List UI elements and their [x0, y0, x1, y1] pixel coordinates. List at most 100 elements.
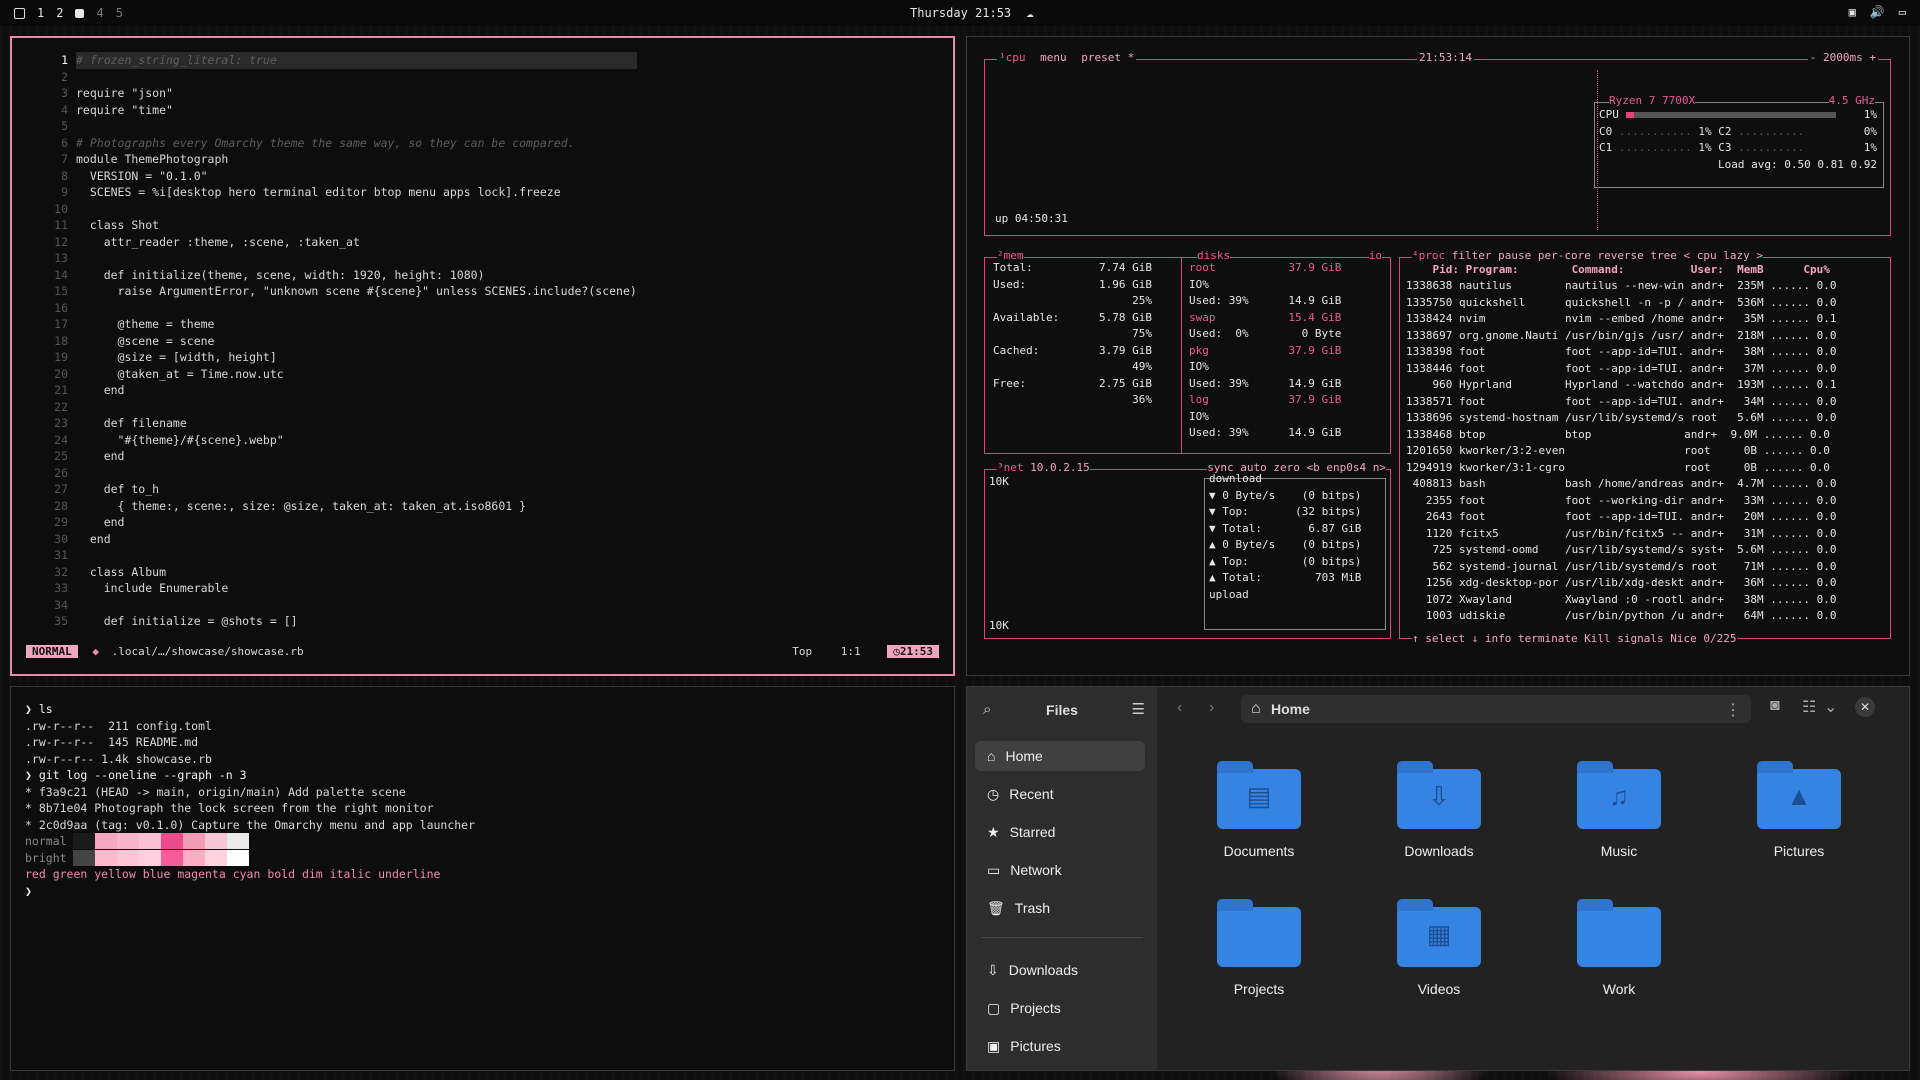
cpu-cores-box: Ryzen 7 7700X 4.5 GHz CPU 1% C0 ........…	[1594, 93, 1884, 188]
process-row[interactable]: 1338468 btop btop andr+ 9.0M ...... 0.0	[1406, 427, 1836, 444]
sidebar-item-recent[interactable]: ◷ Recent	[975, 779, 1145, 809]
folder-videos[interactable]: ▦ Videos	[1379, 899, 1499, 997]
net-box: ³net 10.0.2.15 sync auto zero <b enp0s4 …	[984, 460, 1391, 639]
menu-icon[interactable]: ☰	[1132, 700, 1145, 718]
folder-work[interactable]: Work	[1559, 899, 1679, 997]
status-clock-text: 21:53	[899, 645, 933, 658]
process-row[interactable]: 1120 fcitx5 /usr/bin/fcitx5 -- andr+ 31M…	[1406, 526, 1837, 543]
process-row[interactable]: 1338696 systemd-hostnam /usr/lib/systemd…	[1406, 410, 1836, 427]
process-row[interactable]: 1338424 nvim nvim --embed /home andr+ 35…	[1406, 311, 1836, 328]
terminal-line: bright	[25, 849, 475, 867]
process-row[interactable]: 1338446 foot foot --app-id=TUI. andr+ 37…	[1406, 361, 1836, 378]
color-swatch	[117, 849, 139, 866]
status-line: NORMAL ◆ .local/…/showcase/showcase.rb T…	[26, 644, 939, 660]
net-stats-box: download ▼ 0 Byte/s (0 bitps) ▼ Top: (32 b…	[1204, 472, 1386, 630]
network-icon: ▭	[987, 861, 1001, 878]
update-interval[interactable]: - 2000ms +	[1807, 50, 1878, 67]
volume-icon[interactable]: 🔊	[1870, 5, 1885, 19]
clock-text: Thursday 21:53	[910, 6, 1012, 20]
workspace-3-active-icon[interactable]	[75, 8, 85, 18]
process-row[interactable]: 1256 xdg-desktop-por /usr/lib/xdg-deskt …	[1406, 575, 1837, 592]
process-row[interactable]: 1338697 org.gnome.Nauti /usr/bin/gjs /us…	[1406, 328, 1836, 345]
terminal-window[interactable]: ❯ ls .rw-r--r-- 211 config.toml .rw-r--r--…	[10, 686, 955, 1071]
workspace-4[interactable]: 4	[96, 6, 103, 20]
bookmark-pictures[interactable]: ▣ Pictures	[975, 1031, 1145, 1061]
file-path: .local/…/showcase/showcase.rb	[111, 645, 304, 658]
folder-pictures[interactable]: ▲ Pictures	[1739, 761, 1859, 859]
folder-music[interactable]: ♫ Music	[1559, 761, 1679, 859]
path-bar[interactable]: ⌂ Home ⋮	[1241, 695, 1751, 723]
disk-row: IO%	[1189, 277, 1209, 291]
process-row[interactable]: 725 systemd-oomd /usr/lib/systemd/s syst…	[1406, 542, 1836, 559]
display-icon[interactable]: ▭	[1899, 5, 1906, 19]
process-row[interactable]: 1338571 foot foot --app-id=TUI. andr+ 34…	[1406, 394, 1836, 411]
code-buffer[interactable]: # frozen_string_literal: true require "js…	[76, 52, 637, 630]
clock[interactable]: Thursday 21:53 ☁	[910, 6, 1034, 20]
folder-downloads[interactable]: ⇩ Downloads	[1379, 761, 1499, 859]
process-row[interactable]: 1335750 quickshell quickshell -n -p / an…	[1406, 295, 1836, 312]
process-list[interactable]: 1338638 nautilus nautilus --new-win andr…	[1406, 278, 1836, 625]
process-row[interactable]: 562 systemd-journal /usr/lib/systemd/s r…	[1406, 559, 1836, 576]
screen-icon[interactable]: ▣	[1849, 5, 1856, 19]
sidebar-item-trash[interactable]: 🗑 Trash	[975, 893, 1145, 923]
process-row[interactable]: 1201650 kworker/3:2-even root 0B ...... …	[1406, 443, 1836, 460]
line-number: 3	[61, 86, 68, 100]
view-list-icon[interactable]: ☷	[1802, 697, 1816, 717]
process-row[interactable]: 1294919 kworker/3:1-cgro root 0B ...... …	[1406, 460, 1836, 477]
launcher-icon[interactable]	[14, 7, 25, 19]
view-options-icon[interactable]: ⌄	[1824, 697, 1837, 717]
process-row[interactable]: 408813 bash bash /home/andreas andr+ 4.7…	[1406, 476, 1837, 493]
process-row[interactable]: 2355 foot foot --working-dir andr+ 33M .…	[1406, 493, 1837, 510]
line-number: 6	[61, 135, 68, 150]
sidebar-item-network[interactable]: ▭ Network	[975, 855, 1145, 885]
forward-icon[interactable]: ›	[1209, 699, 1214, 717]
terminal-output[interactable]: ❯ ls .rw-r--r-- 211 config.toml .rw-r--r--…	[25, 701, 475, 899]
screenshot-icon[interactable]: ◙	[1770, 697, 1780, 715]
workspace-1[interactable]: 1	[37, 6, 44, 20]
path-menu-icon[interactable]: ⋮	[1725, 700, 1741, 720]
io-toggle[interactable]: io	[1368, 248, 1382, 265]
process-row[interactable]: 2643 foot foot --app-id=TUI. andr+ 20M .…	[1406, 509, 1837, 526]
core-label: C0	[1599, 124, 1613, 138]
palette-swatches	[73, 849, 249, 871]
files-title: Files	[1046, 702, 1078, 718]
folder-documents[interactable]: ▤ Documents	[1199, 761, 1319, 859]
folder-icon	[1217, 899, 1301, 967]
bookmark-label: Pictures	[1010, 1038, 1061, 1054]
btop-clock: 21:53:14	[1417, 50, 1474, 67]
code-line: def to_h	[76, 482, 160, 496]
process-row[interactable]: 1338638 nautilus nautilus --new-win andr…	[1406, 278, 1836, 295]
folder-label: Videos	[1417, 981, 1461, 997]
workspace-2[interactable]: 2	[56, 6, 63, 20]
back-icon[interactable]: ‹	[1177, 699, 1182, 717]
line-number: 28	[54, 498, 68, 513]
process-row[interactable]: 960 Hyprland Hyprland --watchdo andr+ 19…	[1406, 377, 1836, 394]
proc-footer[interactable]: ↑ select ↓ info terminate Kill signals N…	[1412, 630, 1737, 647]
menu-button[interactable]: menu	[1040, 51, 1067, 64]
process-row[interactable]: 1072 Xwayland Xwayland :0 -rootl andr+ 3…	[1406, 592, 1837, 609]
code-line: { theme:, scene:, size: @size, taken_at:…	[76, 498, 527, 513]
process-row[interactable]: 1338398 foot foot --app-id=TUI. andr+ 38…	[1406, 344, 1836, 361]
btop-window[interactable]: ¹cpu menu preset * 21:53:14 - 2000ms + u…	[966, 36, 1910, 676]
cpu-total-value: 1%	[1863, 108, 1877, 121]
folder-projects[interactable]: Projects	[1199, 899, 1319, 997]
nvim-window[interactable]: 1 2 3 4 5 6 7 8 9 10 11 12 13 14 15 16 17 18 19 20 21 22 23 24 2…	[10, 36, 955, 676]
workspace-switcher: 1 2 4 5	[14, 6, 123, 20]
sidebar-item-home[interactable]: ⌂ Home	[975, 741, 1145, 771]
proc-options[interactable]: filter pause per-core reverse tree < cpu…	[1452, 249, 1763, 262]
bookmark-projects[interactable]: ▢ Projects	[975, 993, 1145, 1023]
files-window[interactable]: ⌕ Files ☰ ⌂ Home ◷ Recent ★ Starred ▭ Network 🗑 T…	[966, 686, 1910, 1071]
line-number: 7	[61, 152, 68, 166]
workspace-5[interactable]: 5	[116, 6, 123, 20]
palette-label: normal	[25, 834, 67, 848]
preset-button[interactable]: preset *	[1081, 51, 1134, 64]
close-icon[interactable]: ✕	[1855, 697, 1875, 717]
process-row[interactable]: 1003 udiskie /usr/bin/python /u andr+ 64…	[1406, 608, 1837, 625]
bookmark-downloads[interactable]: ⇩ Downloads	[975, 955, 1145, 985]
cpu-total-row: CPU 1%	[1599, 107, 1877, 124]
sidebar-item-starred[interactable]: ★ Starred	[975, 817, 1145, 847]
disk-row: log 37.9 GiB	[1189, 393, 1342, 406]
